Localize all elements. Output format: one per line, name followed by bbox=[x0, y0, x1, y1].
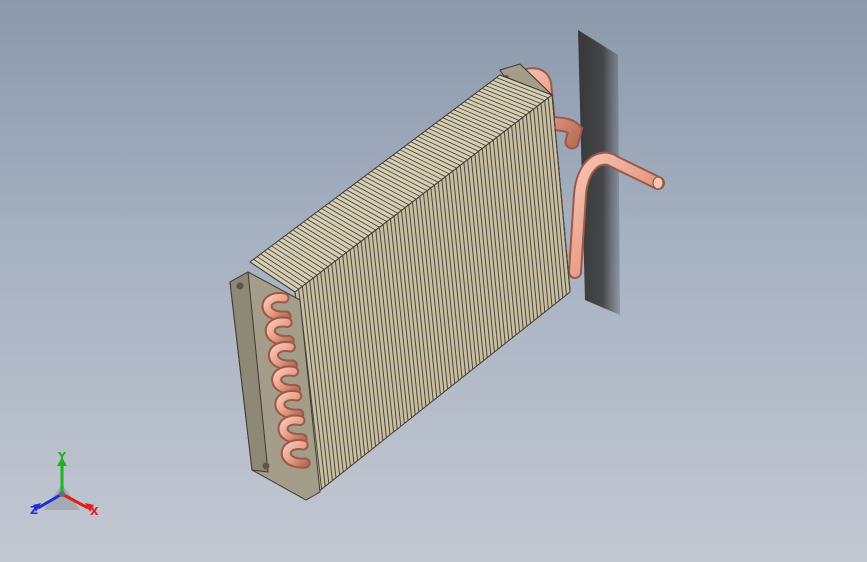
left-plate-hole-bottom bbox=[262, 462, 270, 470]
left-plate-hole-top bbox=[236, 282, 244, 290]
y-axis-label: Y bbox=[58, 450, 66, 463]
coordinate-triad: Y Z X bbox=[22, 448, 112, 528]
z-axis-label: Z bbox=[30, 504, 38, 517]
condenser-model[interactable] bbox=[0, 0, 867, 562]
x-axis-label: X bbox=[90, 505, 99, 518]
triad-origin bbox=[59, 491, 65, 497]
inlet-pipe-end bbox=[652, 176, 664, 190]
graphics-viewport[interactable]: Y Z X bbox=[0, 0, 867, 562]
